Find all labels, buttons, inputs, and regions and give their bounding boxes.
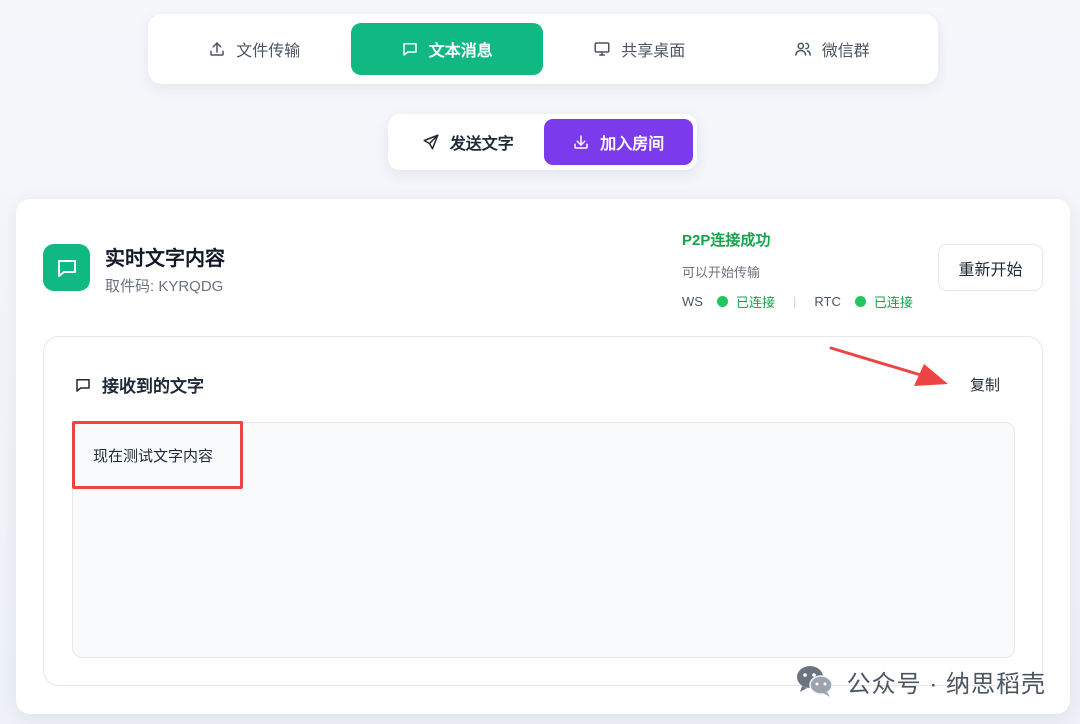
annotation-arrow-icon [829,346,948,386]
send-text-label: 发送文字 [449,136,514,153]
feature-tab-bar: 文件传输 文本消息 共享桌面 微信群 [148,14,938,84]
tab-label: 共享桌面 [621,43,686,60]
rtc-label: RTC [814,294,841,309]
copy-button[interactable]: 复制 [970,374,1000,395]
download-icon [574,135,588,149]
wechat-icon [796,666,833,697]
message-icon [402,43,417,56]
ws-state: 已连接 [735,295,775,310]
received-heading: 接收到的文字 [102,377,204,396]
ws-status-dot-icon [716,296,728,307]
card-title: 实时文字内容 [105,248,225,270]
send-icon [423,134,439,150]
send-text-button[interactable]: 发送文字 [392,119,544,165]
message-icon [76,378,90,392]
users-icon [794,42,811,56]
restart-button[interactable]: 重新开始 [938,244,1043,291]
received-header: 接收到的文字 [74,372,204,397]
upload-icon [210,42,224,56]
tab-wechat-group[interactable]: 微信群 [736,23,929,75]
tab-label: 微信群 [821,43,870,60]
tab-text-message[interactable]: 文本消息 [350,23,543,75]
join-room-button[interactable]: 加入房间 [543,119,693,165]
pickup-code: 取件码: KYRQDG [105,278,224,295]
rtc-status-dot-icon [854,296,866,307]
join-room-label: 加入房间 [600,136,665,153]
watermark: 公众号 · 纳思稻壳 [795,663,1046,699]
tab-share-desktop[interactable]: 共享桌面 [543,23,736,75]
connection-status: P2P连接成功 可以开始传输 WS 已连接 | RTC 已连接 [682,229,913,311]
status-separator: | [792,294,797,309]
monitor-icon [594,42,610,56]
ws-label: WS [682,294,703,309]
status-title: P2P连接成功 [682,232,771,249]
tab-file-transfer[interactable]: 文件传输 [158,23,351,75]
watermark-text: 公众号 · 纳思稻壳 [846,670,1046,698]
annotation-highlight-box [72,421,243,489]
status-subtitle: 可以开始传输 [682,265,761,280]
tab-label: 文本消息 [428,43,493,60]
tab-label: 文件传输 [236,43,301,60]
mode-switch: 发送文字 加入房间 [388,114,697,170]
message-badge-icon [43,244,90,291]
rtc-state: 已连接 [873,295,913,310]
status-indicators: WS 已连接 | RTC 已连接 [682,292,913,311]
